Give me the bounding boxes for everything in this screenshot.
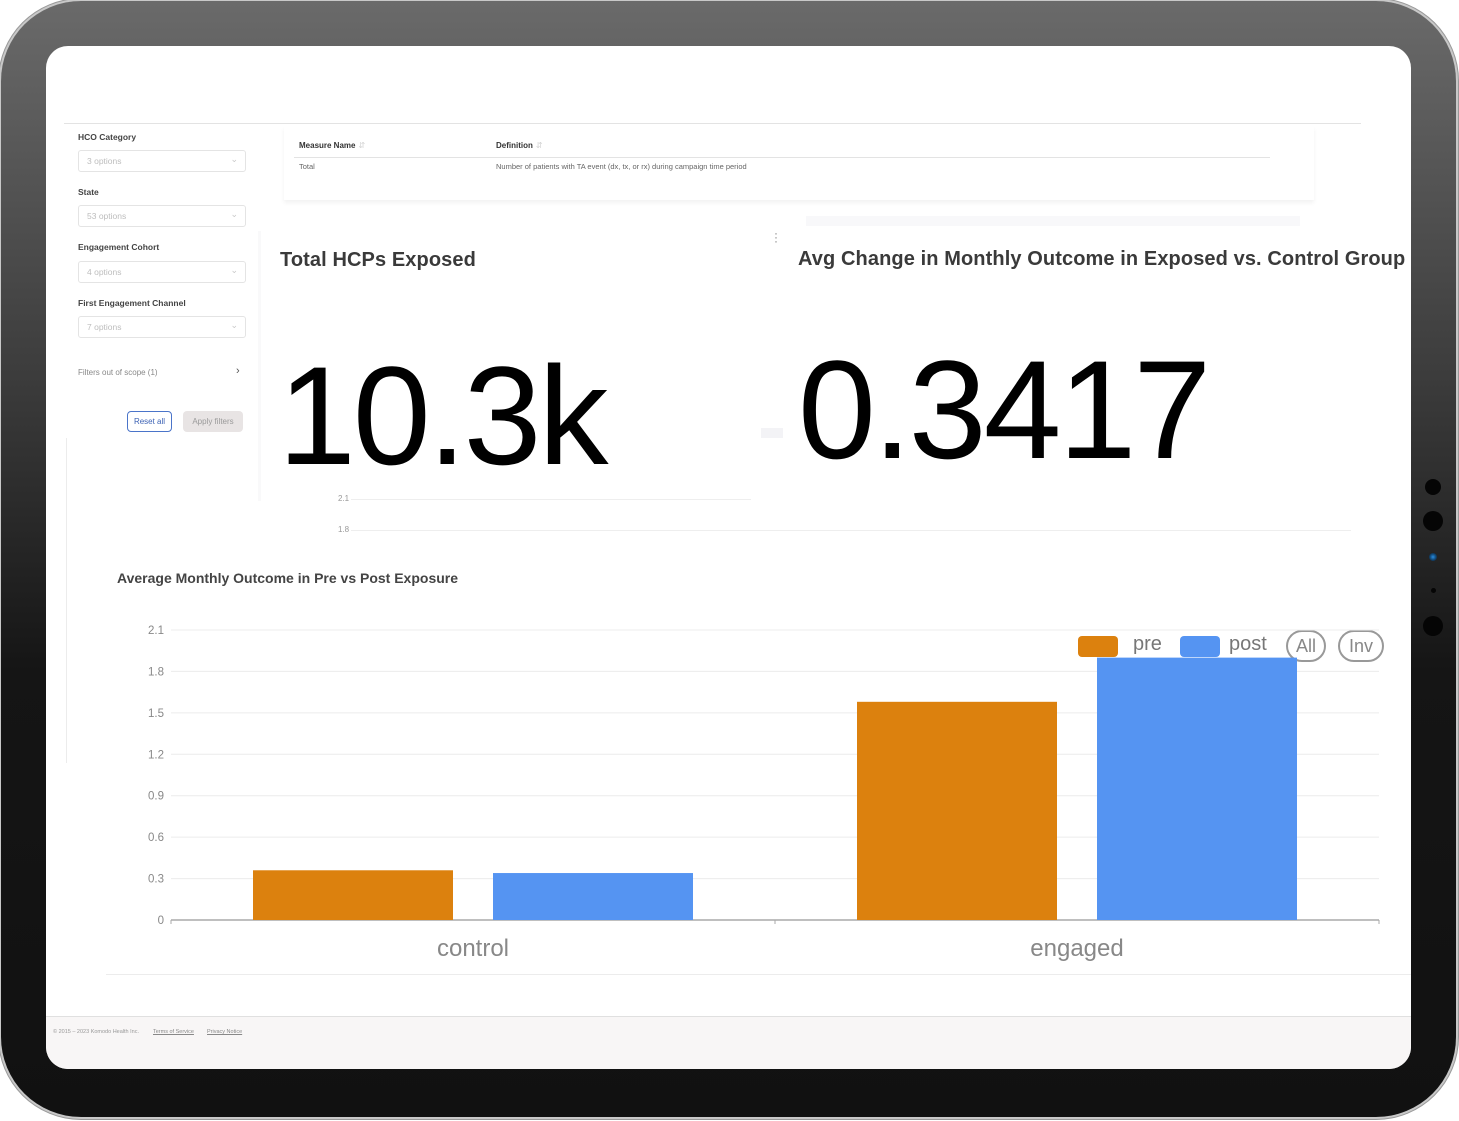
sensor-icon <box>1423 511 1443 531</box>
cell-definition: Number of patients with TA event (dx, tx… <box>496 162 747 171</box>
kpi-value-total-hcps: 10.3k <box>278 337 608 494</box>
bar-chart: 0 0.3 0.6 0.9 1.2 1.5 1.8 2.1 control engaged <box>148 625 1380 962</box>
chevron-down-icon: ⌄ <box>230 209 238 219</box>
ghost-y-tick: 2.1 <box>338 494 350 503</box>
ghost-gridline <box>351 499 751 500</box>
background-panel <box>761 428 783 438</box>
more-options-icon[interactable]: · · · <box>773 227 779 247</box>
bar-post-control <box>493 873 693 920</box>
tablet-frame: HCO Category 3 options ⌄ State 53 option… <box>1 1 1456 1117</box>
privacy-link[interactable]: Privacy Notice <box>207 1029 242 1035</box>
x-category-label: control <box>437 935 509 962</box>
state-select[interactable]: 53 options ⌄ <box>78 205 246 227</box>
ghost-y-tick: 1.8 <box>338 525 350 534</box>
y-tick-label: 1.8 <box>148 666 164 678</box>
y-tick-label: 0.6 <box>148 832 164 844</box>
copyright: © 2015 – 2023 Komodo Health Inc. <box>53 1029 139 1035</box>
background-panel <box>806 216 1300 226</box>
column-header-label: Definition <box>496 141 533 150</box>
y-tick-label: 2.1 <box>148 625 164 637</box>
engagement-cohort-select[interactable]: 4 options ⌄ <box>78 261 246 283</box>
filter-label-engagement-cohort: Engagement Cohort <box>78 242 160 252</box>
divider <box>64 123 1361 124</box>
first-engagement-channel-select[interactable]: 7 options ⌄ <box>78 316 246 338</box>
kpi-title-avg-change: Avg Change in Monthly Outcome in Exposed… <box>798 248 1406 270</box>
y-tick-label: 1.2 <box>148 749 164 761</box>
bar-pre-engaged <box>857 701 1057 920</box>
sort-icon[interactable]: ⇵ <box>358 141 365 150</box>
hco-category-select[interactable]: 3 options ⌄ <box>78 150 246 172</box>
reset-all-button[interactable]: Reset all <box>127 411 172 432</box>
footer-background <box>46 1017 1411 1069</box>
filter-label-state: State <box>78 187 99 197</box>
engagement-cohort-placeholder: 4 options <box>87 267 122 277</box>
speaker-icon <box>1423 616 1443 636</box>
y-tick-label: 0.9 <box>148 791 164 803</box>
column-header-definition[interactable]: Definition ⇵ <box>496 141 543 150</box>
bar-post-engaged <box>1097 657 1297 920</box>
apply-filters-button[interactable]: Apply filters <box>183 411 243 432</box>
screen: HCO Category 3 options ⌄ State 53 option… <box>46 46 1411 1069</box>
column-header-measure-name[interactable]: Measure Name ⇵ <box>299 141 365 150</box>
filter-label-first-engagement-channel: First Engagement Channel <box>78 298 186 308</box>
kpi-value-avg-change: 0.3417 <box>798 331 1211 488</box>
privacy-link-text[interactable]: Privacy Notice <box>207 1029 242 1035</box>
cell-measure-name: Total <box>299 162 315 171</box>
chevron-down-icon: ⌄ <box>230 265 238 275</box>
sort-icon[interactable]: ⇵ <box>536 141 543 150</box>
column-header-label: Measure Name <box>299 141 356 150</box>
filter-panel: HCO Category 3 options ⌄ State 53 option… <box>66 126 256 438</box>
camera-icon <box>1425 479 1441 495</box>
chevron-down-icon: ⌄ <box>230 154 238 164</box>
divider <box>66 438 67 763</box>
chevron-right-icon[interactable]: › <box>236 365 240 377</box>
ghost-gridline <box>351 530 1351 531</box>
terms-link-text[interactable]: Terms of Service <box>153 1029 194 1035</box>
state-placeholder: 53 options <box>87 211 127 221</box>
chevron-down-icon: ⌄ <box>230 320 238 330</box>
terms-link[interactable]: Terms of Service <box>153 1029 194 1035</box>
definitions-table: Measure Name ⇵ Definition ⇵ Total Number o… <box>284 126 1314 200</box>
background-panel <box>258 231 261 501</box>
filter-label-hco-category: HCO Category <box>78 132 137 142</box>
kpi-title-total-hcps: Total HCPs Exposed <box>280 249 476 271</box>
divider <box>294 157 1270 158</box>
bar-pre-control <box>253 870 453 920</box>
y-tick-label: 1.5 <box>148 708 164 720</box>
first-engagement-channel-placeholder: 7 options <box>87 322 122 332</box>
x-category-label: engaged <box>1030 935 1123 962</box>
hco-category-placeholder: 3 options <box>87 156 122 166</box>
y-tick-label: 0.3 <box>148 874 164 886</box>
microphone-icon <box>1431 588 1436 593</box>
filters-out-of-scope[interactable]: Filters out of scope (1) <box>78 368 158 377</box>
bar-chart-card: Average Monthly Outcome in Pre vs Post E… <box>106 554 1411 975</box>
indicator-light-icon <box>1429 553 1437 561</box>
y-tick-label: 0 <box>158 915 164 927</box>
